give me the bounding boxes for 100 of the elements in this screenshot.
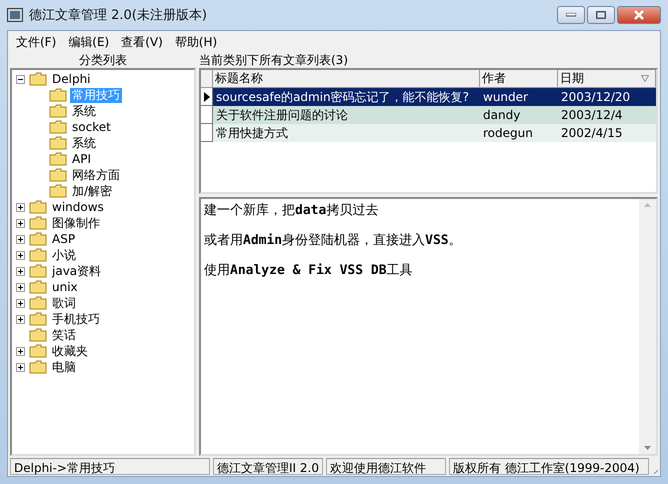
scroll-up-icon bbox=[644, 203, 651, 207]
column-header[interactable]: 日期 bbox=[558, 70, 656, 88]
content-paragraph: 使用Analyze & Fix VSS DB工具 bbox=[204, 262, 414, 279]
maximize-icon bbox=[596, 11, 606, 19]
folder-icon bbox=[49, 120, 67, 134]
folder-icon bbox=[49, 184, 67, 198]
table-cell-text: 常用快捷方式 bbox=[215, 124, 289, 142]
tree-item[interactable]: 歌词 bbox=[50, 296, 78, 310]
minimize-icon bbox=[566, 13, 576, 17]
content-paragraph: 建一个新库，把data拷贝过去 bbox=[204, 202, 380, 219]
folder-icon bbox=[29, 280, 47, 294]
tree-item[interactable]: Delphi bbox=[50, 72, 93, 86]
plus-icon bbox=[17, 236, 24, 242]
expand-toggle[interactable] bbox=[16, 298, 25, 308]
folder-icon bbox=[49, 88, 67, 102]
folder-icon bbox=[29, 72, 47, 86]
plus-icon bbox=[17, 204, 24, 210]
minimize-button[interactable] bbox=[557, 6, 585, 24]
tree-item[interactable]: 小说 bbox=[50, 248, 78, 262]
tree-item[interactable]: 笑话 bbox=[50, 328, 78, 342]
tree-item[interactable]: API bbox=[70, 152, 93, 166]
tree-item[interactable]: 收藏夹 bbox=[50, 344, 90, 358]
folder-icon bbox=[29, 344, 47, 358]
tree-item[interactable]: 网络方面 bbox=[70, 168, 122, 182]
expand-toggle[interactable] bbox=[16, 282, 25, 292]
article-content[interactable]: 建一个新库，把data拷贝过去 或者用Admin身份登陆机器，直接进入VSS。 使用Analyze & Fix VSS DB工具 bbox=[199, 197, 658, 456]
tree-item[interactable]: 手机技巧 bbox=[50, 312, 102, 326]
tree-item[interactable]: java资料 bbox=[50, 264, 104, 278]
menu-item[interactable]: 文件(F) bbox=[16, 34, 56, 50]
table-cell-text: 2002/4/15 bbox=[560, 126, 624, 140]
table-cell-text: 2003/12/20 bbox=[560, 90, 632, 104]
menu-item[interactable]: 帮助(H) bbox=[174, 34, 218, 50]
tree-item[interactable]: windows bbox=[50, 200, 106, 214]
table-row[interactable]: 常用快捷方式 rodegun 2002/4/15 bbox=[201, 124, 656, 142]
folder-icon bbox=[29, 296, 47, 310]
row-pointer-icon bbox=[204, 92, 210, 102]
folder-icon bbox=[49, 152, 67, 166]
table-row[interactable]: sourcesafe的admin密码忘记了，能不能恢复? wunder 2003/12/20 bbox=[201, 88, 656, 106]
folder-icon bbox=[29, 312, 47, 326]
scrollbar[interactable] bbox=[639, 199, 656, 454]
scroll-down-icon bbox=[644, 446, 651, 450]
folder-icon bbox=[29, 264, 47, 278]
folder-icon bbox=[49, 104, 67, 118]
table-cell-text: 关于软件注册问题的讨论 bbox=[215, 106, 349, 124]
table-cell-text: dandy bbox=[482, 108, 522, 122]
folder-icon bbox=[29, 200, 47, 214]
content-paragraph: 或者用Admin身份登陆机器，直接进入VSS。 bbox=[204, 232, 463, 249]
header-cell bbox=[201, 70, 213, 88]
close-icon bbox=[633, 10, 645, 20]
window-title: 德江文章管理 2.0(未注册版本) bbox=[29, 7, 207, 24]
folder-icon bbox=[29, 232, 47, 246]
maximize-button[interactable] bbox=[587, 6, 615, 24]
plus-icon bbox=[17, 220, 24, 226]
plus-icon bbox=[17, 252, 24, 258]
collapse-toggle[interactable] bbox=[16, 74, 25, 84]
table-cell-text: sourcesafe的admin密码忘记了，能不能恢复? bbox=[215, 88, 470, 106]
expand-toggle[interactable] bbox=[16, 346, 25, 356]
status-panel: 德江文章管理II 2.0 bbox=[213, 458, 323, 475]
expand-toggle[interactable] bbox=[16, 250, 25, 260]
folder-icon bbox=[49, 168, 67, 182]
expand-toggle[interactable] bbox=[16, 234, 25, 244]
tree-item[interactable]: socket bbox=[70, 120, 113, 134]
folder-icon bbox=[29, 216, 47, 230]
table-cell-text: 2003/12/4 bbox=[560, 108, 624, 122]
plus-icon bbox=[17, 348, 24, 354]
tree-item[interactable]: ASP bbox=[50, 232, 78, 246]
panel-title: 当前类别下所有文章列表(3) bbox=[199, 53, 349, 68]
column-header[interactable]: 作者 bbox=[480, 70, 558, 88]
tree-item[interactable]: 电脑 bbox=[50, 360, 78, 374]
tree-item[interactable]: 加/解密 bbox=[70, 184, 114, 198]
app-icon bbox=[7, 8, 23, 22]
tree-item[interactable]: 系统 bbox=[70, 136, 98, 150]
plus-icon bbox=[17, 316, 24, 322]
folder-icon bbox=[29, 360, 47, 374]
expand-toggle[interactable] bbox=[16, 362, 25, 372]
menu-item[interactable]: 编辑(E) bbox=[68, 34, 110, 50]
expand-toggle[interactable] bbox=[16, 202, 25, 212]
tree-item[interactable]: 图像制作 bbox=[50, 216, 102, 230]
plus-icon bbox=[17, 300, 24, 306]
status-panel: Delphi->常用技巧 bbox=[10, 458, 210, 475]
expand-toggle[interactable] bbox=[16, 314, 25, 324]
expand-toggle[interactable] bbox=[16, 266, 25, 276]
table-cell-text: wunder bbox=[482, 90, 529, 104]
sort-icon bbox=[641, 75, 649, 82]
panel-title: 分类列表 bbox=[78, 53, 128, 68]
tree-item[interactable]: 系统 bbox=[70, 104, 98, 118]
expand-toggle[interactable] bbox=[16, 218, 25, 228]
column-header[interactable]: 标题名称 bbox=[213, 70, 480, 88]
folder-icon bbox=[29, 248, 47, 262]
plus-icon bbox=[17, 364, 24, 370]
status-panel: 版权所有 德江工作室(1999-2004) bbox=[448, 458, 649, 475]
close-button[interactable] bbox=[617, 6, 661, 24]
plus-icon bbox=[17, 268, 24, 274]
table-row[interactable]: 关于软件注册问题的讨论 dandy 2003/12/4 bbox=[201, 106, 656, 124]
tree-item[interactable]: unix bbox=[50, 280, 80, 294]
menu-item[interactable]: 查看(V) bbox=[121, 34, 163, 50]
status-panel: 欢迎使用德江软件 bbox=[326, 458, 446, 475]
plus-icon bbox=[17, 284, 24, 290]
folder-icon bbox=[29, 328, 47, 342]
table-cell-text: rodegun bbox=[482, 126, 534, 140]
